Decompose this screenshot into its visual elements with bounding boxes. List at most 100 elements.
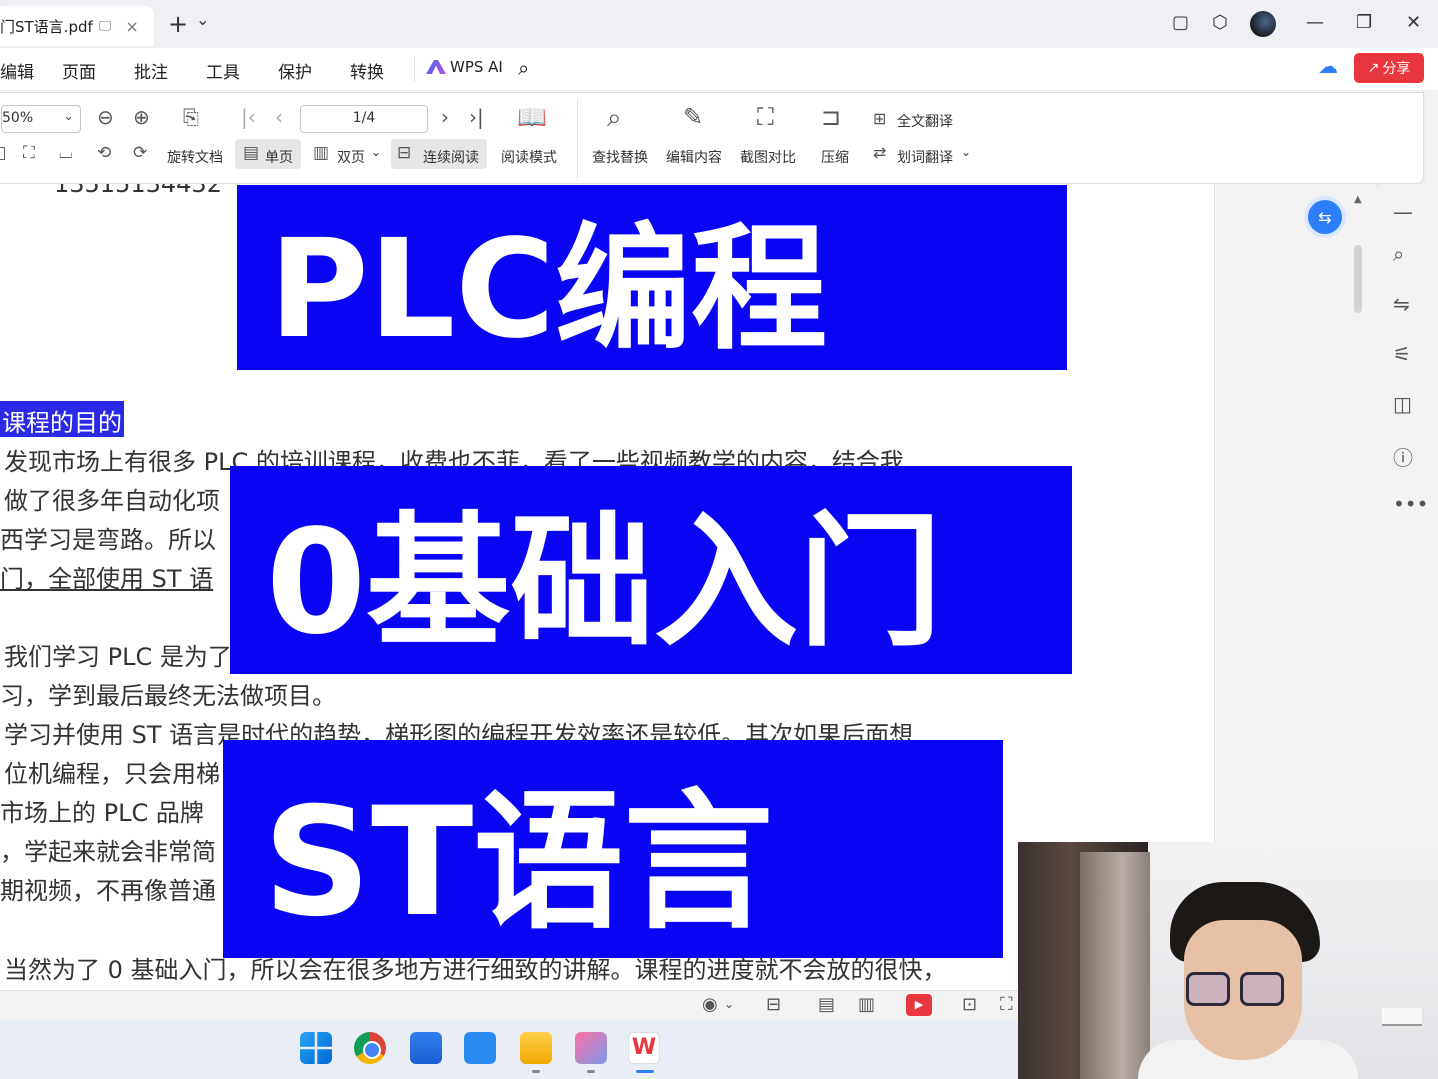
rotate-doc-button[interactable]: 旋转文档 bbox=[167, 147, 223, 167]
edit-content-button[interactable]: 编辑内容 bbox=[666, 147, 722, 167]
last-page-icon[interactable]: ›| bbox=[469, 105, 484, 129]
file-explorer-icon[interactable] bbox=[520, 1032, 552, 1064]
continuous-view-icon[interactable]: ⊟ bbox=[766, 994, 781, 1015]
windows-start-icon[interactable] bbox=[300, 1032, 332, 1064]
menu-page[interactable]: 页面 bbox=[62, 58, 96, 83]
doc-line: ，学起来就会非常简 bbox=[0, 838, 216, 866]
menu-convert[interactable]: 转换 bbox=[350, 58, 384, 83]
single-page-button[interactable]: 单页 bbox=[265, 147, 293, 167]
word-translate-button[interactable]: 划词翻译 bbox=[897, 147, 953, 167]
rotate-right-icon[interactable]: ⟳ bbox=[133, 143, 147, 163]
cast-app-icon[interactable] bbox=[464, 1032, 496, 1064]
doc-line: 西学习是弯路。所以 bbox=[0, 526, 216, 554]
menu-annotate[interactable]: 批注 bbox=[134, 58, 168, 83]
double-page-icon: ▥ bbox=[313, 143, 330, 163]
eye-chevron-icon[interactable]: ⌄ bbox=[724, 997, 734, 1011]
continuous-read-icon: ⊟ bbox=[397, 143, 412, 163]
overlay-title-plc: PLC编程 bbox=[237, 185, 1067, 370]
screenshot-compare-button[interactable]: 截图对比 bbox=[740, 147, 796, 167]
zoom-out-icon[interactable]: ⊖ bbox=[97, 105, 114, 129]
share-button[interactable]: ↗ 分享 bbox=[1354, 53, 1424, 83]
read-mode-button[interactable]: 阅读模式 bbox=[501, 147, 557, 167]
double-view-icon[interactable]: ▥ bbox=[858, 994, 875, 1015]
doc-line: 位机编程，只会用梯 bbox=[4, 760, 220, 788]
wps-ai-button[interactable]: WPS AI bbox=[426, 58, 503, 76]
menu-protect[interactable]: 保护 bbox=[278, 58, 312, 83]
status-bar: ◉ ⌄ ⊟ ▤ ▥ ▶ ⊡ ⛶ bbox=[0, 990, 1018, 1020]
menu-divider bbox=[414, 56, 415, 82]
cloud-upload-icon[interactable]: ☁ bbox=[1318, 54, 1338, 78]
tab-close-icon[interactable]: × bbox=[125, 17, 138, 36]
more-icon[interactable]: ••• bbox=[1393, 492, 1428, 516]
page-number-input[interactable]: 1/4 bbox=[300, 105, 428, 133]
single-view-icon[interactable]: ▤ bbox=[818, 994, 835, 1015]
webcam-glasses-right bbox=[1240, 972, 1284, 1006]
fullscreen-icon[interactable]: ⛶ bbox=[1000, 994, 1013, 1015]
search-icon[interactable]: ⌕ bbox=[518, 56, 529, 80]
tablet-mode-icon[interactable]: ▢ bbox=[1172, 12, 1189, 33]
collapse-panel-icon[interactable]: — bbox=[1393, 200, 1413, 224]
doc-line: 期视频，不再像普通 bbox=[0, 877, 216, 905]
crop-icon[interactable]: ⌴ bbox=[59, 143, 73, 163]
fit-width-icon[interactable]: ⛶ bbox=[23, 143, 35, 163]
menu-tools[interactable]: 工具 bbox=[206, 58, 240, 83]
close-window-icon[interactable]: ✕ bbox=[1406, 12, 1421, 33]
minimize-icon[interactable]: — bbox=[1306, 12, 1324, 33]
prev-page-icon[interactable]: ‹ bbox=[275, 105, 283, 129]
share-icon: ↗ bbox=[1367, 60, 1380, 76]
eye-protect-icon[interactable]: ◉ bbox=[702, 994, 718, 1015]
running-indicator bbox=[587, 1070, 595, 1073]
overlay-title-zero-basics: 0基础入门 bbox=[230, 466, 1072, 674]
find-replace-button[interactable]: 查找替换 bbox=[592, 147, 648, 167]
continuous-read-button[interactable]: 连续阅读 bbox=[423, 147, 479, 167]
settings-sliders-icon[interactable]: ⚟ bbox=[1393, 342, 1411, 366]
ai-assistant-float-icon[interactable]: ⇆ bbox=[1308, 200, 1342, 234]
chevron-down-icon: ⌄ bbox=[63, 109, 74, 124]
tab-bar: 门ST语言.pdf 🖵 × + ⌄ ▢ ⬡ — ❐ ✕ bbox=[0, 0, 1438, 48]
translate-icon[interactable]: ⇋ bbox=[1393, 292, 1410, 316]
menu-edit[interactable]: 编辑 bbox=[0, 58, 34, 83]
user-avatar[interactable] bbox=[1250, 11, 1276, 37]
full-translate-button[interactable]: 全文翻译 bbox=[897, 111, 953, 131]
zoom-in-icon[interactable]: ⊕ bbox=[133, 105, 150, 129]
webcam-shelf bbox=[1382, 1008, 1422, 1026]
double-page-chevron-icon[interactable]: ⌄ bbox=[371, 145, 381, 159]
read-book-icon[interactable]: ◫ bbox=[1393, 392, 1412, 416]
selected-heading[interactable]: 课程的目的 bbox=[0, 401, 124, 437]
page-swap-icon[interactable]: ⎘ bbox=[183, 105, 199, 129]
wps-office-icon[interactable]: W bbox=[628, 1032, 660, 1064]
toolbar-divider bbox=[577, 99, 578, 179]
edit-content-icon: ✎ bbox=[683, 103, 704, 131]
rotate-left-icon[interactable]: ⟲ bbox=[97, 143, 111, 163]
chrome-icon[interactable] bbox=[354, 1032, 386, 1064]
camera-app-icon[interactable] bbox=[575, 1032, 607, 1064]
help-icon[interactable]: ⓘ bbox=[1393, 442, 1413, 471]
full-translate-icon: ⊞ bbox=[873, 109, 887, 128]
find-replace-icon: ⌕ bbox=[607, 103, 622, 133]
restore-icon[interactable]: ❐ bbox=[1356, 12, 1372, 33]
zoom-select[interactable]: 50% ⌄ bbox=[1, 105, 81, 133]
compress-button[interactable]: 压缩 bbox=[821, 147, 849, 167]
tab-list-chevron-icon[interactable]: ⌄ bbox=[196, 10, 209, 29]
document-tab[interactable]: 门ST语言.pdf 🖵 × bbox=[0, 6, 154, 46]
play-icon[interactable]: ▶ bbox=[906, 994, 932, 1016]
photos-app-icon[interactable] bbox=[410, 1032, 442, 1064]
fit-width-view-icon[interactable]: ⊡ bbox=[962, 994, 977, 1015]
doc-line: 我们学习 PLC 是为了 bbox=[4, 643, 232, 671]
next-page-icon[interactable]: › bbox=[441, 105, 449, 129]
wps-ai-logo-icon bbox=[426, 60, 446, 74]
new-tab-icon[interactable]: + bbox=[168, 10, 188, 38]
cube-icon[interactable]: ⬡ bbox=[1212, 12, 1228, 33]
scroll-up-arrow-icon[interactable]: ▲ bbox=[1354, 194, 1362, 205]
share-label: 分享 bbox=[1382, 61, 1411, 77]
sidebar-search-icon[interactable]: ⌕ bbox=[1393, 242, 1404, 266]
fit-page-icon[interactable]: ▯ bbox=[0, 143, 6, 163]
monitor-icon: 🖵 bbox=[98, 18, 112, 34]
double-page-button[interactable]: 双页 bbox=[337, 147, 365, 167]
first-page-icon[interactable]: |‹ bbox=[241, 105, 256, 129]
doc-line: 习，学到最后最终无法做项目。 bbox=[0, 682, 336, 710]
read-mode-book-icon[interactable]: 📖 bbox=[517, 103, 547, 131]
word-translate-chevron-icon[interactable]: ⌄ bbox=[961, 145, 971, 159]
active-indicator bbox=[636, 1070, 654, 1073]
scrollbar-thumb[interactable] bbox=[1354, 245, 1362, 313]
